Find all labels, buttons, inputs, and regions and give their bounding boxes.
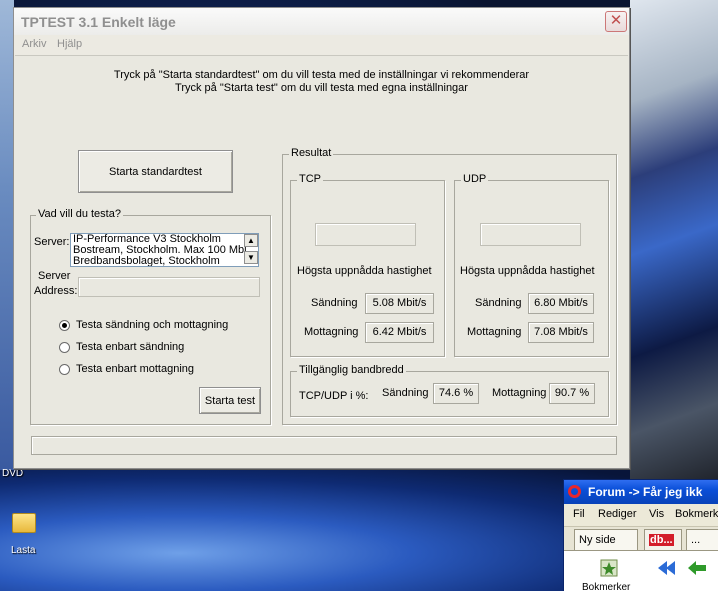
udp-legend: UDP [461,173,489,185]
server-address-field[interactable] [78,277,260,297]
tcp-legend: TCP [297,173,323,185]
browser-window: Forum -> Får jeg ikk Fil Rediger Vis Bok… [563,479,718,591]
bookmark-icon[interactable] [599,558,619,578]
bandwidth-receive-value: 90.7 % [549,383,595,404]
start-standard-test-button[interactable]: Starta standardtest [78,150,233,193]
tcp-send-label: Sändning [311,297,358,309]
browser-tab-label: ... [691,534,701,546]
server-address-label-2: Address: [34,285,78,297]
test-options-legend: Vad vill du testa? [36,208,123,220]
intro-line-1: Tryck på "Starta standardtest" om du vil… [113,69,530,81]
udp-receive-value: 7.08 Mbit/s [528,322,594,343]
browser-title: Forum -> Får jeg ikk [588,485,703,499]
tcp-max-speed-label: Högsta uppnådda hastighet [297,265,432,277]
radio-send-only[interactable] [59,342,70,353]
intro-line-2: Tryck på "Starta test" om du vill testa … [175,82,468,94]
browser-tab-label: db... [649,534,674,546]
desktop-icon-dvd-label[interactable]: DVD [2,468,23,479]
udp-send-label: Sändning [475,297,522,309]
browser-title-bar[interactable]: Forum -> Får jeg ikk [564,480,718,504]
radio-receive-only-label[interactable]: Testa enbart mottagning [76,363,194,375]
radio-send-only-label[interactable]: Testa enbart sändning [76,341,184,353]
browser-panel: Bokmerker [564,550,718,591]
menu-arkiv[interactable]: Arkiv [22,38,46,50]
title-bar[interactable]: TPTEST 3.1 Enkelt läge ✕ [14,8,629,35]
bandwidth-ratio-label: TCP/UDP i %: [299,390,369,402]
bandwidth-legend: Tillgänglig bandbredd [297,364,406,376]
browser-tab-strip: Ny side db... ... [564,526,718,551]
scroll-down-icon[interactable]: ▼ [244,251,258,264]
main-panel: Tryck på "Starta standardtest" om du vil… [15,55,628,468]
radio-receive-only[interactable] [59,364,70,375]
browser-menu-fil[interactable]: Fil [573,508,585,520]
udp-receive-label: Mottagning [467,326,522,338]
window-title: TPTEST 3.1 Enkelt läge [21,14,176,30]
folder-icon[interactable] [12,513,36,533]
menu-bar: Arkiv Hjälp [14,35,629,55]
bandwidth-send-label: Sändning [382,387,429,399]
tcp-receive-label: Mottagning [304,326,359,338]
menu-hjalp[interactable]: Hjälp [57,38,82,50]
tcp-max-speed-field [315,223,416,246]
tptest-window: TPTEST 3.1 Enkelt läge ✕ Arkiv Hjälp Try… [13,7,630,469]
udp-max-speed-label: Högsta uppnådda hastighet [460,265,595,277]
udp-send-value: 6.80 Mbit/s [528,293,594,314]
server-list[interactable]: IP-Performance V3 Stockholm Bostream, St… [70,233,259,267]
bandwidth-send-value: 74.6 % [433,383,479,404]
radio-send-and-receive-label[interactable]: Testa sändning och mottagning [76,319,228,331]
radio-send-and-receive[interactable] [59,320,70,331]
result-legend: Resultat [289,147,334,159]
browser-menu-rediger[interactable]: Rediger [598,508,637,520]
tcp-receive-value: 6.42 Mbit/s [365,322,434,343]
bookmarks-label[interactable]: Bokmerker [582,582,630,591]
close-button[interactable]: ✕ [605,11,627,32]
back-arrow-icon[interactable] [656,559,678,577]
forward-arrow-icon[interactable] [686,559,708,577]
browser-tab-db[interactable]: db... [644,529,682,551]
browser-tab-new-page[interactable]: Ny side [574,529,638,551]
server-address-label-1: Server [38,270,71,282]
browser-tab-other[interactable]: ... [686,529,718,551]
tcp-send-value: 5.08 Mbit/s [365,293,434,314]
server-label: Server: [34,236,70,248]
udp-max-speed-field [480,223,581,246]
browser-menu-vis[interactable]: Vis [649,508,664,520]
scroll-up-icon[interactable]: ▲ [244,234,258,247]
desktop-wallpaper-left [0,0,14,470]
browser-tab-label: Ny side [579,534,616,546]
browser-menu-bokmerker[interactable]: Bokmerk [675,508,718,520]
progress-bar [31,436,617,455]
start-test-button[interactable]: Starta test [199,387,261,414]
bandwidth-receive-label: Mottagning [492,387,547,399]
desktop-icon-lasta-label[interactable]: Lasta [11,545,35,556]
desktop-wallpaper-right [630,0,718,480]
opera-logo-icon [568,485,581,498]
server-option[interactable]: Bredbandsbolaget, Stockholm [71,256,258,267]
